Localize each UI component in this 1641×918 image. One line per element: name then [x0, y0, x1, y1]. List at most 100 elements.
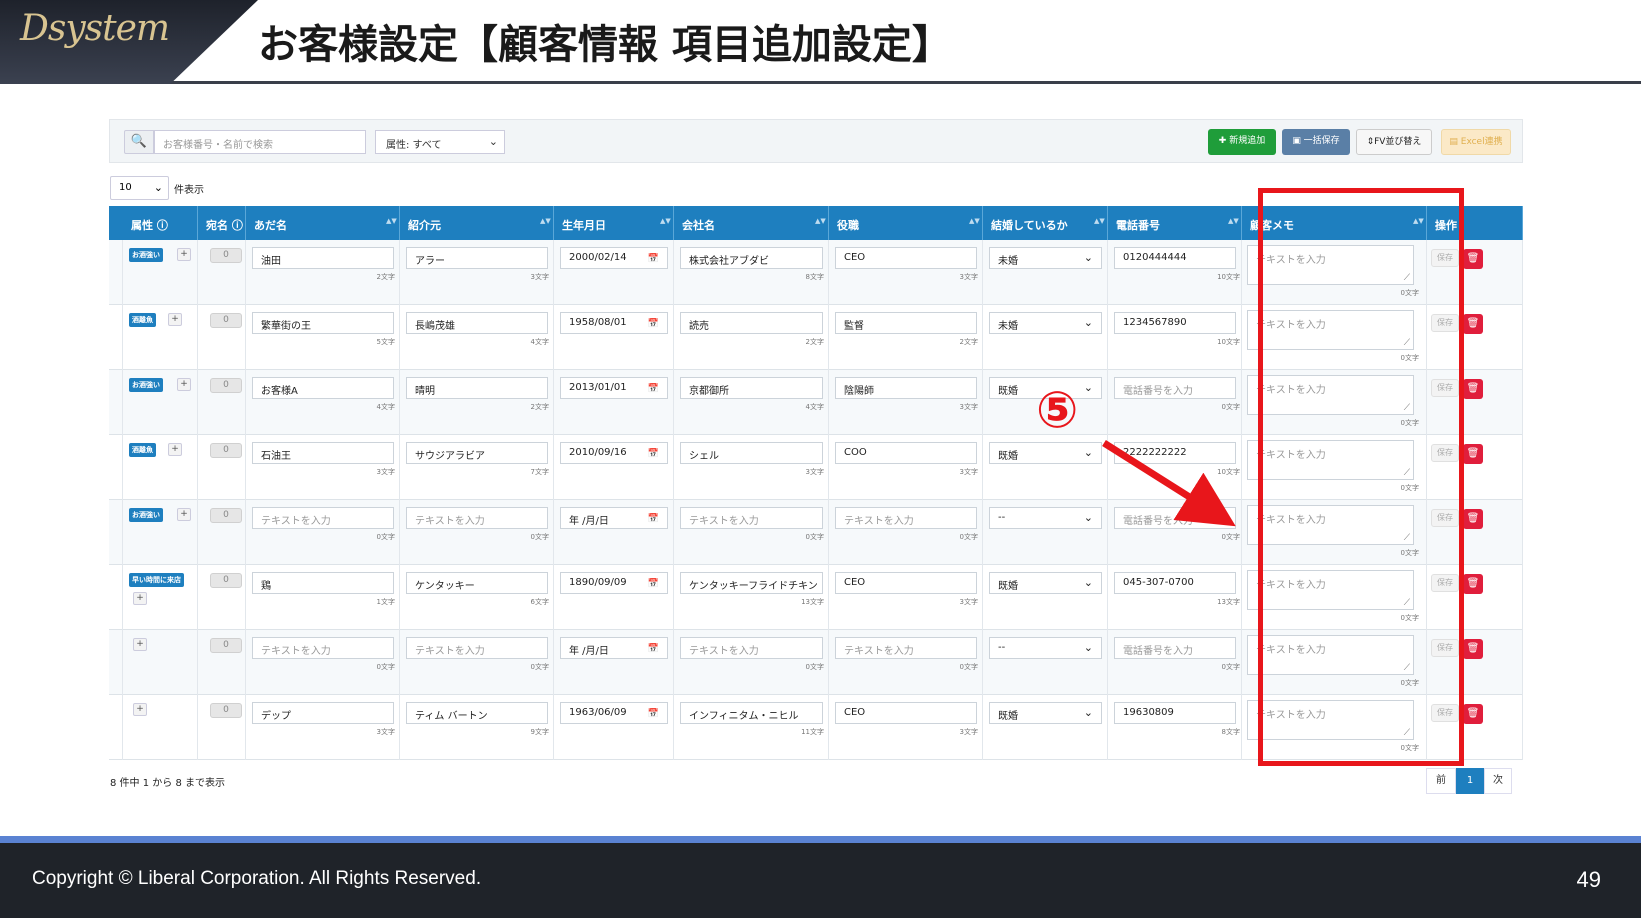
sort-icon[interactable]: ▲▼: [969, 217, 980, 225]
phone-input[interactable]: 1234567890: [1114, 312, 1236, 334]
column-header-company[interactable]: 会社名: [674, 206, 829, 240]
position-input[interactable]: CEO: [835, 702, 977, 724]
column-header-address[interactable]: 宛名 ⓘ: [198, 206, 246, 240]
add-attribute-button[interactable]: +: [168, 443, 182, 456]
trash-icon[interactable]: 🗑: [1463, 574, 1483, 594]
position-input[interactable]: CEO: [835, 572, 977, 594]
column-header-birthday[interactable]: 生年月日: [554, 206, 674, 240]
married-select[interactable]: 既婚 ⌄: [989, 442, 1102, 464]
save-button[interactable]: 保存: [1431, 314, 1459, 332]
trash-icon[interactable]: 🗑: [1463, 509, 1483, 529]
resize-grip-icon[interactable]: ⟋: [1404, 403, 1410, 413]
nickname-input[interactable]: お客様A: [252, 377, 394, 399]
company-input[interactable]: 読売: [680, 312, 823, 334]
memo-textarea[interactable]: テキストを入力 ⟋: [1247, 440, 1414, 480]
married-select[interactable]: 未婚 ⌄: [989, 312, 1102, 334]
birthday-input[interactable]: 1963/06/09 📅: [560, 702, 668, 724]
resize-grip-icon[interactable]: ⟋: [1404, 728, 1410, 738]
new-add-button[interactable]: ✚ 新規追加: [1208, 129, 1276, 155]
column-header-nickname[interactable]: あだ名: [246, 206, 400, 240]
referrer-input[interactable]: サウジアラビア: [406, 442, 548, 464]
column-header-phone[interactable]: 電話番号: [1108, 206, 1242, 240]
calendar-icon[interactable]: 📅: [648, 449, 659, 459]
search-icon[interactable]: 🔍: [124, 130, 154, 154]
add-attribute-button[interactable]: +: [177, 248, 191, 261]
column-header-attribute[interactable]: 属性 ⓘ: [123, 206, 198, 240]
position-input[interactable]: CEO: [835, 247, 977, 269]
add-attribute-button[interactable]: +: [133, 592, 147, 605]
sort-icon[interactable]: ▲▼: [815, 217, 826, 225]
sort-icon[interactable]: ▲▼: [1413, 217, 1424, 225]
sort-icon[interactable]: ▲▼: [386, 217, 397, 225]
married-select[interactable]: 既婚 ⌄: [989, 572, 1102, 594]
resize-grip-icon[interactable]: ⟋: [1404, 533, 1410, 543]
add-attribute-button[interactable]: +: [168, 313, 182, 326]
resize-grip-icon[interactable]: ⟋: [1404, 663, 1410, 673]
company-input[interactable]: インフィニタム・ニヒル: [680, 702, 823, 724]
birthday-input[interactable]: 2010/09/16 📅: [560, 442, 668, 464]
memo-textarea[interactable]: テキストを入力 ⟋: [1247, 505, 1414, 545]
calendar-icon[interactable]: 📅: [648, 514, 659, 524]
calendar-icon[interactable]: 📅: [648, 579, 659, 589]
position-input[interactable]: 陰陽師: [835, 377, 977, 399]
pagination-prev[interactable]: 前: [1426, 768, 1456, 794]
save-button[interactable]: 保存: [1431, 509, 1459, 527]
column-header-referrer[interactable]: 紹介元: [400, 206, 554, 240]
nickname-input[interactable]: 繁華街の王: [252, 312, 394, 334]
nickname-input[interactable]: デップ: [252, 702, 394, 724]
referrer-input[interactable]: アラー: [406, 247, 548, 269]
memo-textarea[interactable]: テキストを入力 ⟋: [1247, 635, 1414, 675]
company-input[interactable]: テキストを入力: [680, 507, 823, 529]
pagination-page-1[interactable]: 1: [1456, 768, 1484, 794]
birthday-input[interactable]: 2000/02/14 📅: [560, 247, 668, 269]
memo-textarea[interactable]: テキストを入力 ⟋: [1247, 700, 1414, 740]
phone-input[interactable]: 電話番号を入力: [1114, 507, 1236, 529]
memo-textarea[interactable]: テキストを入力 ⟋: [1247, 570, 1414, 610]
position-input[interactable]: テキストを入力: [835, 637, 977, 659]
phone-input[interactable]: 電話番号を入力: [1114, 377, 1236, 399]
memo-textarea[interactable]: テキストを入力 ⟋: [1247, 375, 1414, 415]
excel-link-button[interactable]: ▤ Excel連携: [1441, 129, 1511, 155]
attribute-filter-select[interactable]: 属性: すべて ⌄: [375, 130, 505, 154]
married-select[interactable]: 既婚 ⌄: [989, 702, 1102, 724]
save-button[interactable]: 保存: [1431, 704, 1459, 722]
save-button[interactable]: 保存: [1431, 249, 1459, 267]
search-input[interactable]: お客様番号・名前で検索: [154, 130, 366, 154]
company-input[interactable]: 京都御所: [680, 377, 823, 399]
save-button[interactable]: 保存: [1431, 379, 1459, 397]
fv-sort-button[interactable]: ⇕FV並び替え: [1356, 129, 1432, 155]
memo-textarea[interactable]: テキストを入力 ⟋: [1247, 310, 1414, 350]
birthday-input[interactable]: 1890/09/09 📅: [560, 572, 668, 594]
save-button[interactable]: 保存: [1431, 639, 1459, 657]
nickname-input[interactable]: 鶏: [252, 572, 394, 594]
entries-per-page-select[interactable]: 10 ⌄: [110, 176, 169, 200]
calendar-icon[interactable]: 📅: [648, 254, 659, 264]
trash-icon[interactable]: 🗑: [1463, 639, 1483, 659]
phone-input[interactable]: 2222222222: [1114, 442, 1236, 464]
married-select[interactable]: 未婚 ⌄: [989, 247, 1102, 269]
calendar-icon[interactable]: 📅: [648, 709, 659, 719]
referrer-input[interactable]: 長嶋茂雄: [406, 312, 548, 334]
calendar-icon[interactable]: 📅: [648, 319, 659, 329]
referrer-input[interactable]: テキストを入力: [406, 507, 548, 529]
resize-grip-icon[interactable]: ⟋: [1404, 598, 1410, 608]
referrer-input[interactable]: テキストを入力: [406, 637, 548, 659]
birthday-input[interactable]: 1958/08/01 📅: [560, 312, 668, 334]
company-input[interactable]: テキストを入力: [680, 637, 823, 659]
nickname-input[interactable]: 石油王: [252, 442, 394, 464]
column-header-memo[interactable]: 顧客メモ: [1242, 206, 1427, 240]
birthday-input[interactable]: 年 /月/日 📅: [560, 507, 668, 529]
nickname-input[interactable]: 油田: [252, 247, 394, 269]
trash-icon[interactable]: 🗑: [1463, 379, 1483, 399]
position-input[interactable]: COO: [835, 442, 977, 464]
trash-icon[interactable]: 🗑: [1463, 704, 1483, 724]
nickname-input[interactable]: テキストを入力: [252, 637, 394, 659]
calendar-icon[interactable]: 📅: [648, 644, 659, 654]
trash-icon[interactable]: 🗑: [1463, 444, 1483, 464]
phone-input[interactable]: 電話番号を入力: [1114, 637, 1236, 659]
trash-icon[interactable]: 🗑: [1463, 249, 1483, 269]
position-input[interactable]: 監督: [835, 312, 977, 334]
position-input[interactable]: テキストを入力: [835, 507, 977, 529]
pagination-next[interactable]: 次: [1484, 768, 1512, 794]
nickname-input[interactable]: テキストを入力: [252, 507, 394, 529]
